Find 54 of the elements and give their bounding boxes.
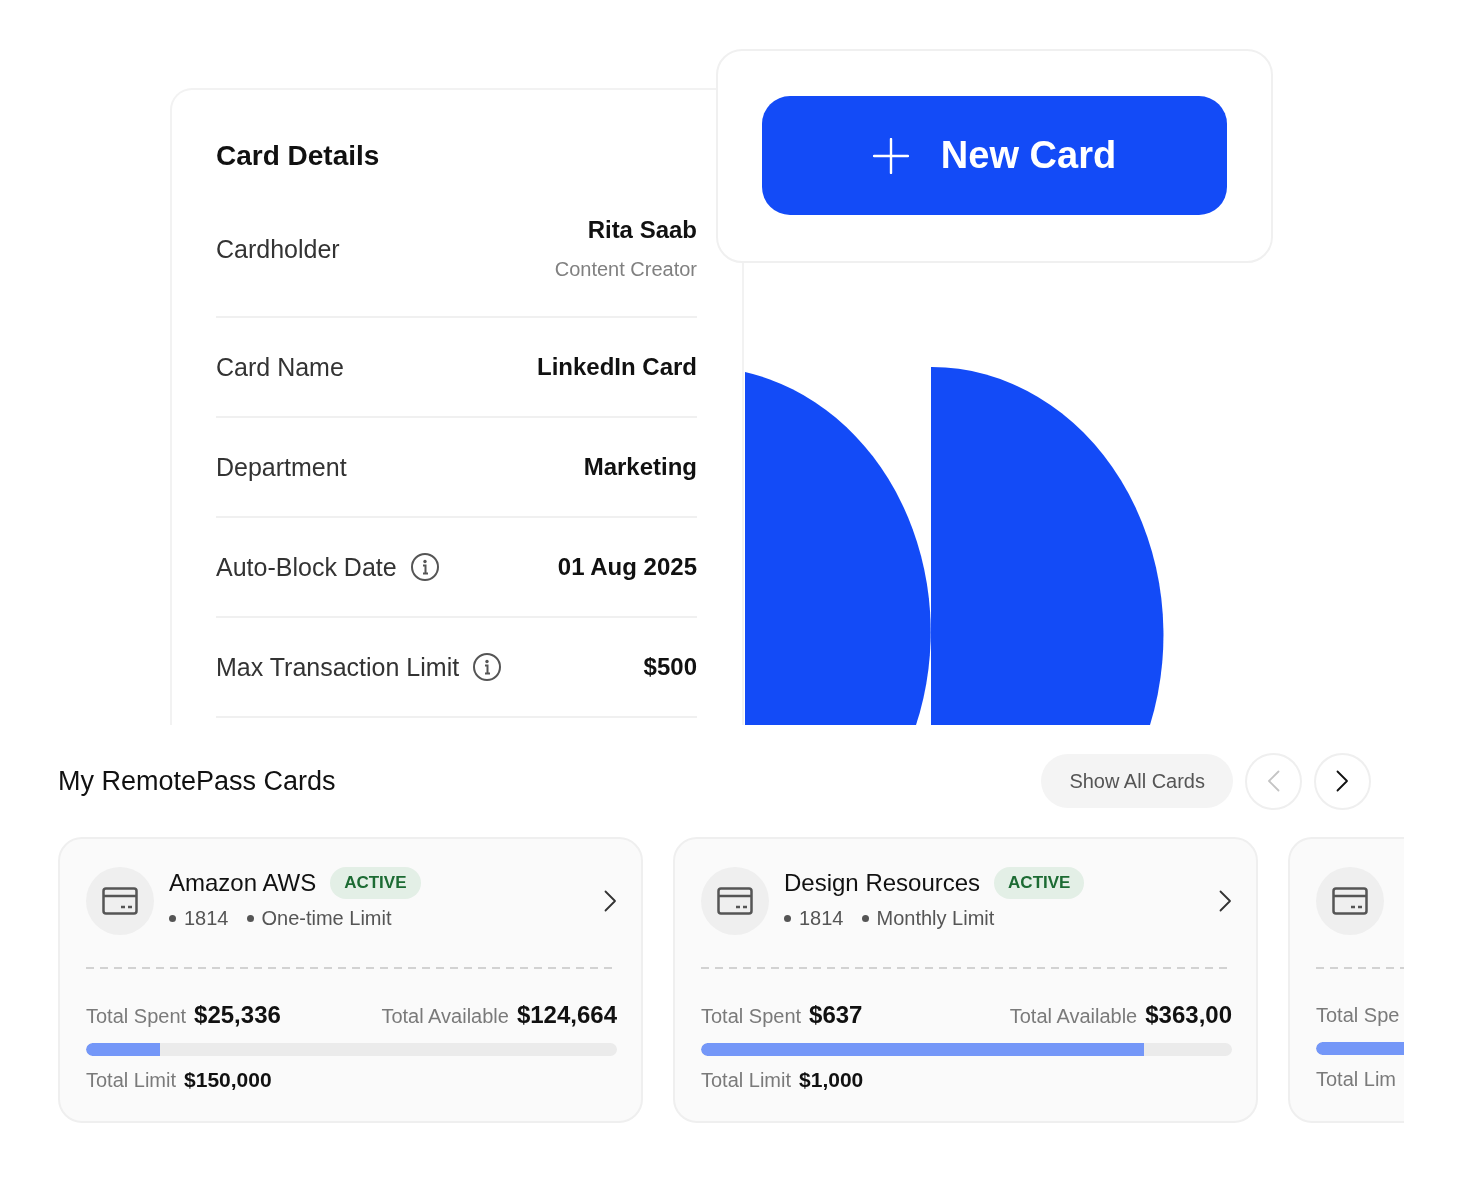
spent-amount: $637 bbox=[809, 1000, 863, 1030]
field-label: Department bbox=[216, 452, 347, 482]
credit-card-icon bbox=[102, 887, 138, 915]
limit-label: Total Lim bbox=[1316, 1067, 1397, 1092]
field-subvalue: Content Creator bbox=[554, 257, 697, 282]
card-name: Amazon AWS bbox=[169, 868, 317, 898]
card-tile[interactable]: Design Resources ACTIVE 1814 Monthly Limit Total Spent $637 Total Available $363,00 Total Limit $1,000 bbox=[673, 837, 1258, 1123]
chevron-right-icon bbox=[604, 890, 617, 912]
limit-type: One-time Limit bbox=[261, 906, 392, 931]
credit-card-icon bbox=[717, 887, 753, 915]
limit-type: Monthly Limit bbox=[876, 906, 995, 931]
field-label: Auto-Block Date bbox=[216, 552, 397, 582]
spent-label: Total Spe bbox=[1316, 1003, 1400, 1028]
card-last-digits: 1814 bbox=[184, 906, 229, 931]
chevron-left-icon bbox=[1267, 770, 1280, 792]
bullet-icon bbox=[246, 914, 254, 922]
new-card-button[interactable]: New Card bbox=[762, 96, 1227, 215]
field-label: Max Transaction Limit bbox=[216, 652, 460, 682]
card-last-digits: 1814 bbox=[799, 906, 844, 931]
show-all-cards-button[interactable]: Show All Cards bbox=[1041, 754, 1233, 808]
card-name: Design Resources bbox=[784, 868, 981, 898]
available-label: Total Available bbox=[381, 1004, 509, 1029]
chevron-right-icon bbox=[1336, 770, 1349, 792]
bullet-icon bbox=[169, 914, 176, 922]
card-tile[interactable]: Amazon AWS ACTIVE 1814 One-time Limit Total Spent $25,336 Total Available $124,664 Total Limit $150,000 bbox=[58, 837, 643, 1123]
field-value: 01 Aug 2025 bbox=[557, 552, 697, 582]
section-title: My RemotePass Cards bbox=[58, 765, 336, 797]
status-badge: ACTIVE bbox=[330, 867, 421, 899]
available-label: Total Available bbox=[1009, 1004, 1138, 1029]
info-icon[interactable] bbox=[473, 653, 502, 681]
available-amount: $124,664 bbox=[516, 1000, 617, 1030]
credit-card-icon bbox=[1332, 887, 1368, 915]
field-value: LinkedIn Card bbox=[536, 352, 697, 382]
available-amount: $363,00 bbox=[1145, 1000, 1232, 1030]
limit-amount: $1,000 bbox=[799, 1067, 864, 1093]
spent-amount: $25,336 bbox=[194, 1000, 281, 1030]
spent-label: Total Spent bbox=[86, 1004, 187, 1029]
field-label: Cardholder bbox=[216, 233, 340, 264]
field-value: Rita Saab bbox=[587, 215, 697, 245]
panel-title: Card Details bbox=[216, 139, 380, 173]
limit-label: Total Limit bbox=[86, 1068, 177, 1093]
limit-label: Total Limit bbox=[701, 1068, 792, 1093]
spent-label: Total Spent bbox=[701, 1004, 802, 1029]
field-label: Card Name bbox=[216, 352, 344, 382]
bullet-icon bbox=[784, 914, 791, 922]
info-icon[interactable] bbox=[410, 553, 439, 581]
status-badge: ACTIVE bbox=[994, 867, 1085, 899]
field-value: $500 bbox=[643, 652, 697, 682]
bullet-icon bbox=[861, 914, 869, 922]
card-tile[interactable]: Total Spe Total Lim bbox=[1288, 837, 1404, 1123]
limit-amount: $150,000 bbox=[184, 1067, 272, 1093]
chevron-right-icon bbox=[1219, 890, 1232, 912]
plus-icon bbox=[872, 137, 909, 174]
field-value: Marketing bbox=[583, 452, 697, 482]
